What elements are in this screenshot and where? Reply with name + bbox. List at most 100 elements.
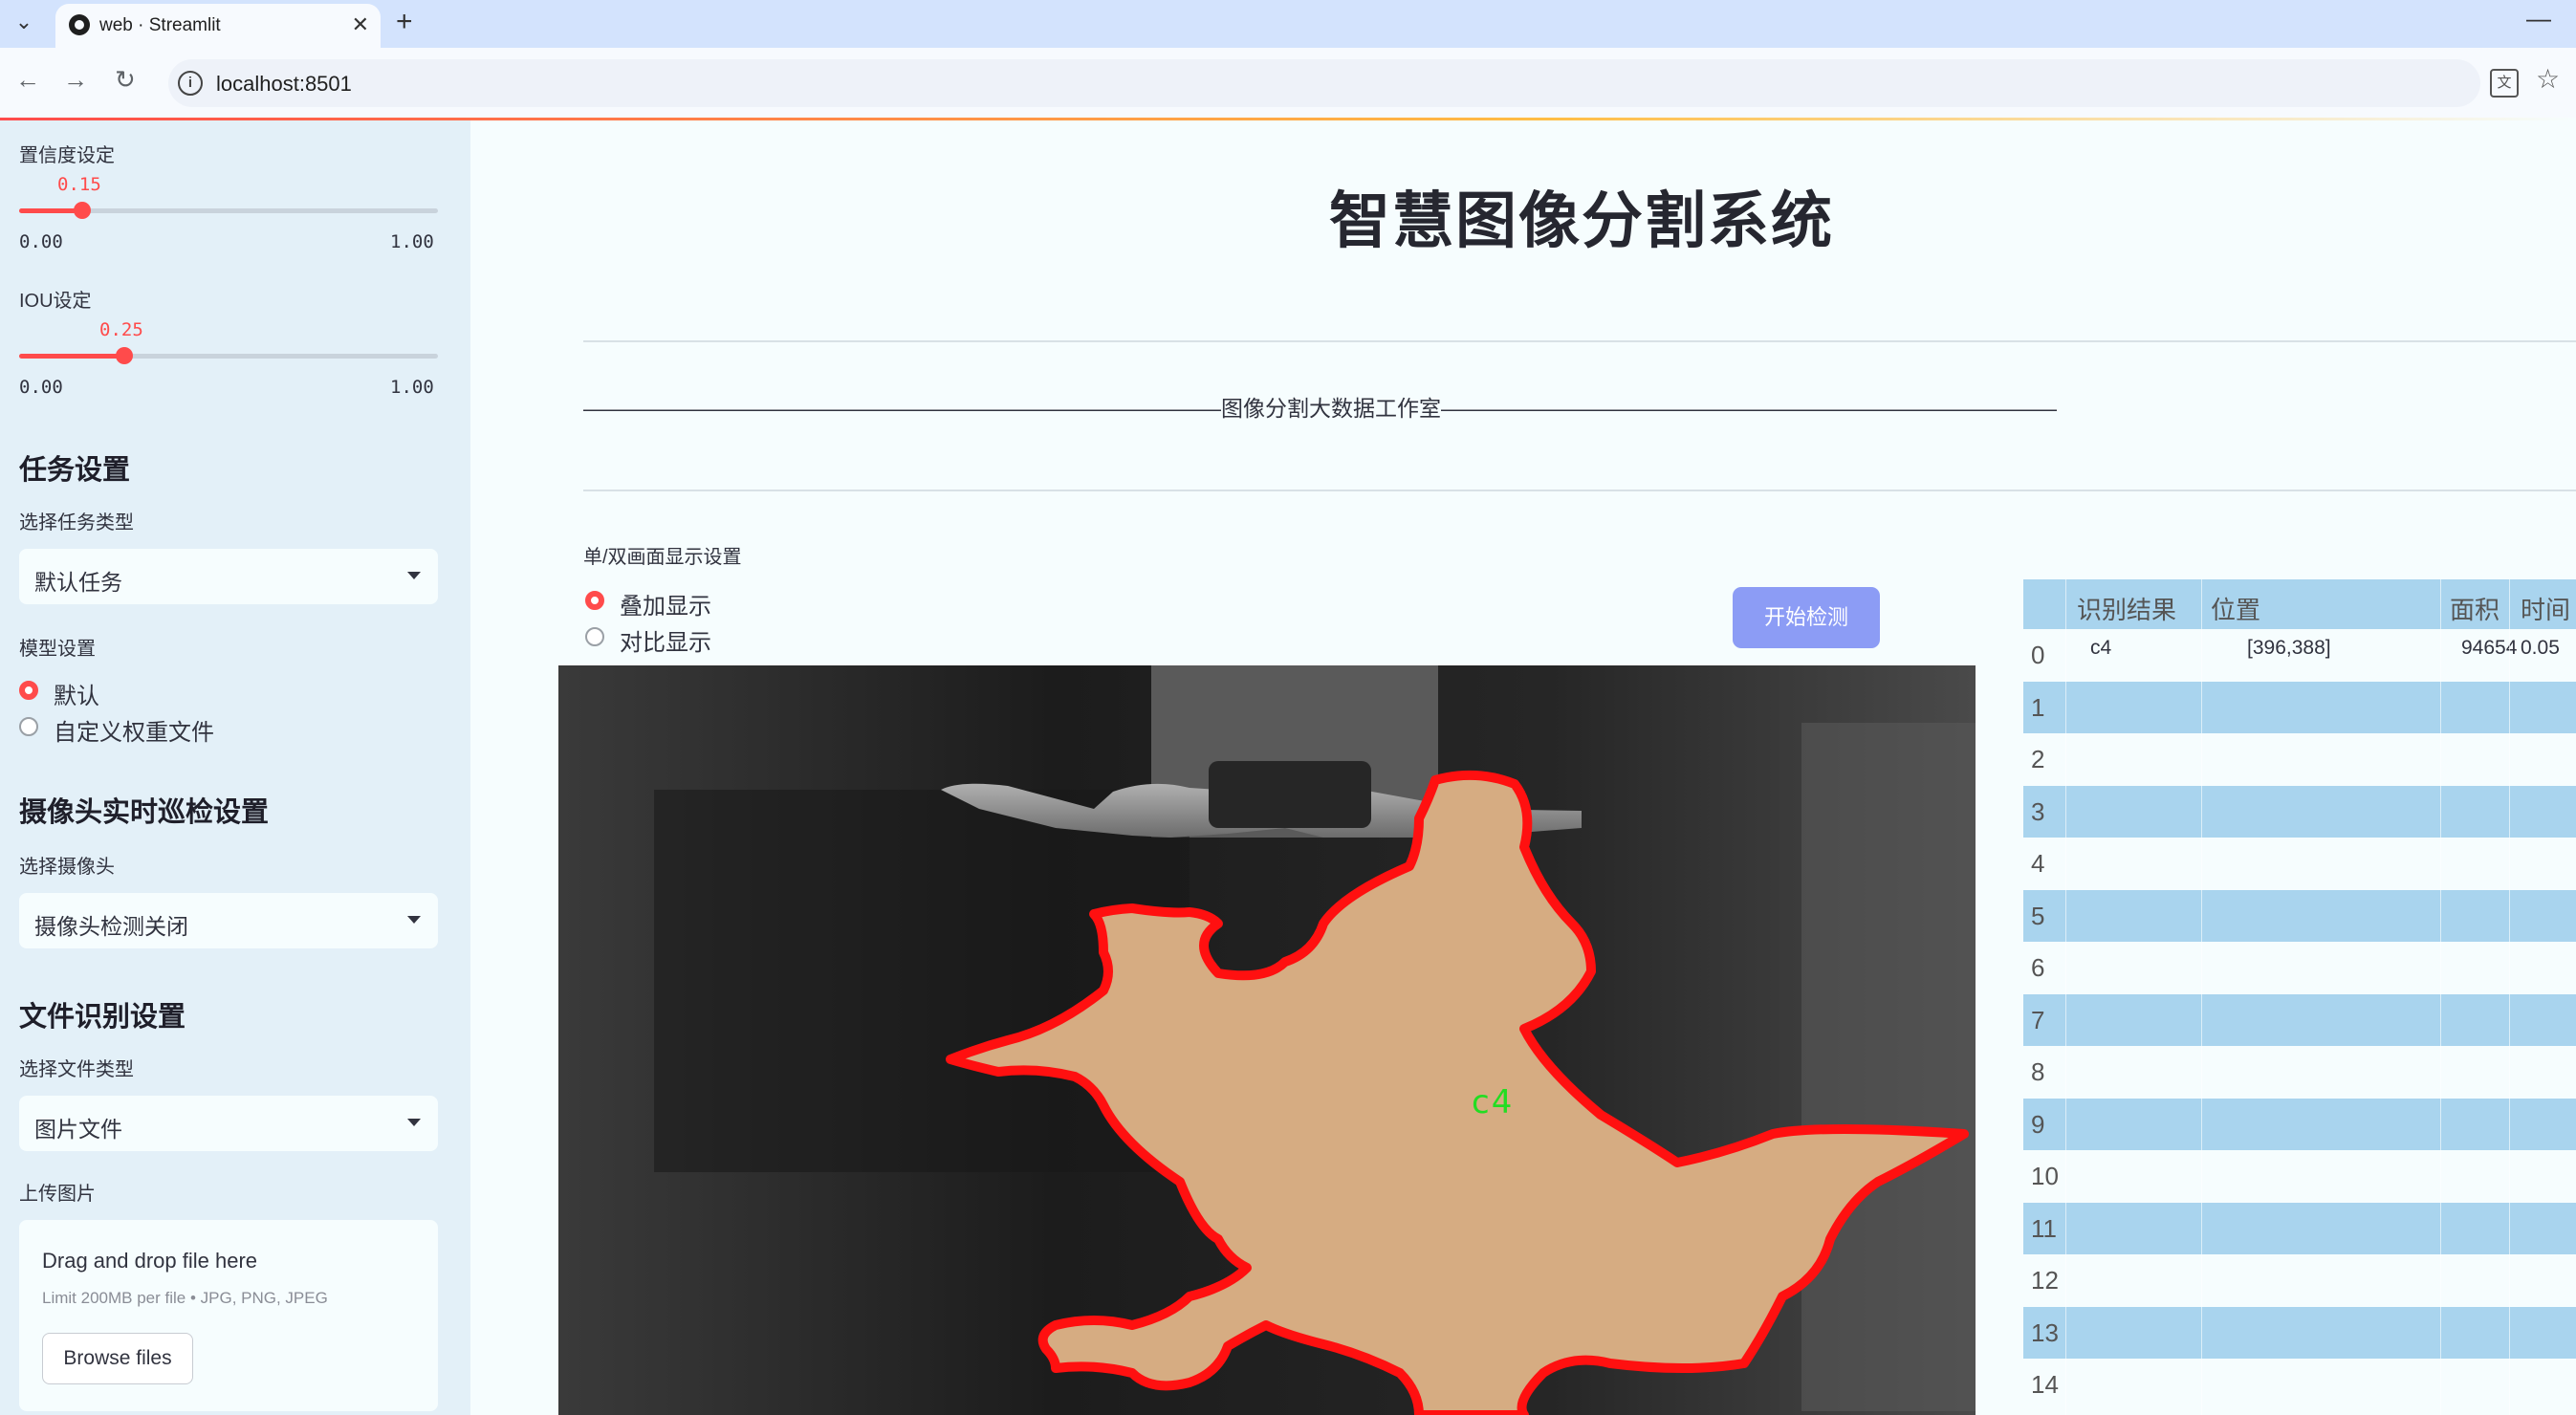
confidence-max: 1.00	[390, 231, 434, 252]
file-settings-heading: 文件识别设置	[19, 1002, 186, 1033]
column-divider	[2440, 579, 2441, 1415]
iou-slider-thumb[interactable]	[115, 347, 133, 364]
file-type-label: 选择文件类型	[19, 1059, 134, 1080]
url-omnibox[interactable]: i localhost:8501	[168, 59, 2480, 107]
camera-select-value: 摄像头检测关闭	[34, 914, 188, 939]
confidence-slider-thumb[interactable]	[73, 202, 91, 219]
task-type-value: 默认任务	[34, 570, 122, 595]
confidence-label: 置信度设定	[19, 145, 115, 166]
column-divider	[2509, 579, 2510, 1415]
confidence-min: 0.00	[19, 231, 63, 252]
site-info-icon[interactable]: i	[178, 71, 203, 96]
chevron-down-icon	[407, 916, 421, 924]
table-row[interactable]: 11	[2023, 1202, 2576, 1254]
row-index: 6	[2031, 953, 2045, 982]
detection-result-image: c4	[558, 665, 1976, 1415]
tab-title: web · Streamlit	[99, 15, 221, 35]
display-option-overlay: 叠加显示	[620, 594, 711, 620]
iou-slider[interactable]	[19, 347, 438, 364]
radio-selected-icon[interactable]	[19, 681, 38, 700]
display-option-compare: 对比显示	[620, 630, 711, 656]
row-index: 1	[2031, 692, 2045, 722]
cell-time: 0.05	[2521, 637, 2560, 659]
chevron-down-icon	[407, 1119, 421, 1126]
iou-label: IOU设定	[19, 291, 92, 312]
table-row[interactable]: 14	[2023, 1359, 2576, 1410]
table-row[interactable]: 12	[2023, 1254, 2576, 1306]
minimize-window-icon[interactable]: —	[2526, 4, 2551, 33]
bookmark-star-icon[interactable]: ☆	[2536, 63, 2560, 95]
row-index: 5	[2031, 901, 2045, 930]
column-divider	[2201, 579, 2202, 1415]
table-row[interactable]: 1	[2023, 681, 2576, 733]
camera-select[interactable]: 摄像头检测关闭	[19, 893, 438, 948]
results-table[interactable]: 识别结果 位置 面积 时间 0 c4 [396,388] 94654 0.05 1 2 3 4 5…	[2023, 579, 2576, 1415]
table-row[interactable]: 9	[2023, 1098, 2576, 1150]
row-index: 14	[2031, 1370, 2059, 1399]
row-index: 9	[2031, 1109, 2045, 1139]
row-index: 12	[2031, 1266, 2059, 1295]
table-row[interactable]: 7	[2023, 993, 2576, 1046]
uploader-limit: Limit 200MB per file • JPG, PNG, JPEG	[42, 1289, 328, 1307]
page-title: 智慧图像分割系统	[1329, 186, 1834, 255]
header-area[interactable]: 面积	[2450, 591, 2500, 626]
task-type-select[interactable]: 默认任务	[19, 549, 438, 604]
table-row[interactable]: 0 c4 [396,388] 94654 0.05	[2023, 629, 2576, 681]
file-type-value: 图片文件	[34, 1117, 122, 1142]
translate-icon[interactable]: 文	[2490, 69, 2519, 98]
browser-tab[interactable]: web · Streamlit ✕	[55, 4, 381, 48]
table-row[interactable]: 2	[2023, 733, 2576, 785]
confidence-slider-fill	[19, 208, 82, 213]
close-tab-icon[interactable]: ✕	[352, 12, 369, 37]
segmentation-canvas: c4	[558, 665, 1976, 1415]
column-divider	[2065, 579, 2066, 1415]
browse-files-button[interactable]: Browse files	[42, 1333, 193, 1384]
task-settings-heading: 任务设置	[19, 455, 131, 486]
file-type-select[interactable]: 图片文件	[19, 1096, 438, 1151]
divider	[583, 490, 2576, 491]
bracket-slot	[1209, 761, 1371, 828]
iou-max: 1.00	[390, 377, 434, 398]
camera-settings-heading: 摄像头实时巡检设置	[19, 797, 270, 828]
table-row[interactable]: 5	[2023, 889, 2576, 942]
row-index: 2	[2031, 745, 2045, 773]
table-row[interactable]: 10	[2023, 1150, 2576, 1202]
model-option-default: 默认	[54, 684, 99, 709]
upload-image-label: 上传图片	[19, 1184, 96, 1205]
streamlit-favicon-icon	[69, 14, 90, 35]
task-type-label: 选择任务类型	[19, 512, 134, 533]
back-arrow-icon[interactable]: ←	[15, 65, 40, 95]
radio-unselected-icon[interactable]	[19, 717, 38, 736]
url-text[interactable]: localhost:8501	[216, 72, 352, 97]
new-tab-plus-icon[interactable]: +	[396, 6, 413, 38]
table-row[interactable]: 6	[2023, 942, 2576, 993]
forward-arrow-icon[interactable]: →	[63, 65, 88, 95]
iou-slider-fill	[19, 354, 124, 359]
table-row[interactable]: 8	[2023, 1046, 2576, 1098]
iou-value: 0.25	[99, 319, 143, 340]
radio-unselected-icon[interactable]	[585, 627, 604, 646]
row-index: 4	[2031, 849, 2045, 878]
header-time[interactable]: 时间	[2521, 591, 2570, 626]
radio-selected-icon[interactable]	[585, 591, 604, 610]
table-row[interactable]: 4	[2023, 838, 2576, 889]
header-result[interactable]: 识别结果	[2077, 591, 2176, 626]
row-index: 10	[2031, 1162, 2059, 1190]
header-position[interactable]: 位置	[2211, 591, 2260, 626]
address-bar: ← → ↻ i localhost:8501 文 ☆	[0, 48, 2576, 119]
studio-subtitle: —————————————————————————————图像分割大数据工作室—…	[583, 396, 2057, 421]
table-row[interactable]: 13	[2023, 1306, 2576, 1359]
row-index: 11	[2031, 1213, 2057, 1243]
reload-icon[interactable]: ↻	[115, 65, 136, 95]
browser-tab-bar: ⌄ web · Streamlit ✕ + —	[0, 0, 2576, 48]
model-option-custom: 自定义权重文件	[54, 720, 214, 746]
tab-list-chevron-icon[interactable]: ⌄	[10, 8, 38, 36]
start-detection-button[interactable]: 开始检测	[1733, 587, 1880, 648]
file-uploader-dropzone[interactable]: Drag and drop file here Limit 200MB per …	[19, 1220, 438, 1411]
confidence-slider[interactable]	[19, 202, 438, 219]
camera-select-label: 选择摄像头	[19, 857, 115, 878]
uploader-title: Drag and drop file here	[42, 1249, 258, 1273]
detection-class-label: c4	[1472, 1083, 1514, 1121]
table-row[interactable]: 3	[2023, 785, 2576, 838]
chevron-down-icon	[407, 572, 421, 579]
